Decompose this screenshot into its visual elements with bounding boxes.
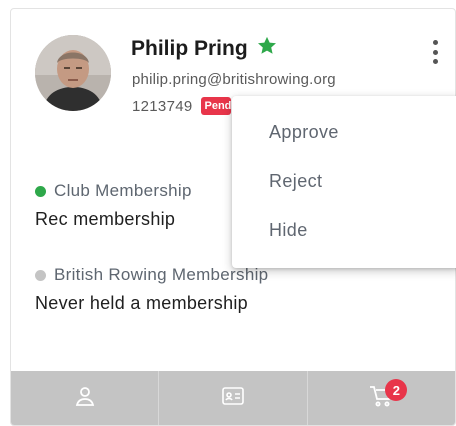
cart-tab[interactable]: 2 — [308, 371, 455, 425]
menu-item-reject[interactable]: Reject — [232, 157, 456, 206]
kebab-dot — [432, 49, 438, 55]
kebab-menu-icon[interactable] — [423, 37, 447, 67]
membership-status: Never held a membership — [35, 293, 248, 313]
profile-icon — [73, 384, 97, 413]
id-card-icon — [221, 386, 245, 411]
membership-type-label: Club Membership — [54, 181, 192, 200]
member-id: 1213749 — [132, 97, 193, 115]
context-menu: Approve Reject Hide — [232, 96, 456, 268]
member-email: philip.pring@britishrowing.org — [132, 71, 336, 88]
club-membership: Club Membership Rec membership — [35, 181, 192, 230]
kebab-dot — [432, 59, 438, 64]
star-icon — [256, 35, 278, 62]
card-footer: 2 — [11, 371, 455, 425]
membership-type: Club Membership — [35, 181, 192, 201]
membership-type: British Rowing Membership — [35, 265, 268, 285]
membership-status: Rec membership — [35, 209, 176, 229]
menu-item-hide[interactable]: Hide — [232, 206, 456, 255]
british-rowing-membership: British Rowing Membership Never held a m… — [35, 265, 268, 314]
id-card-tab[interactable] — [159, 371, 308, 425]
menu-item-approve[interactable]: Approve — [232, 108, 456, 157]
status-dot — [35, 185, 46, 197]
kebab-dot — [432, 40, 438, 45]
name-row: Philip Pring — [131, 35, 278, 62]
profile-tab[interactable] — [11, 371, 160, 425]
avatar — [35, 35, 111, 111]
id-row: 1213749 Pending — [132, 97, 231, 115]
status-badge: Pending — [200, 97, 231, 115]
membership-type-label: British Rowing Membership — [54, 265, 269, 284]
member-name: Philip Pring — [131, 36, 248, 60]
cart-count-badge: 2 — [385, 379, 408, 401]
status-dot — [35, 269, 46, 281]
